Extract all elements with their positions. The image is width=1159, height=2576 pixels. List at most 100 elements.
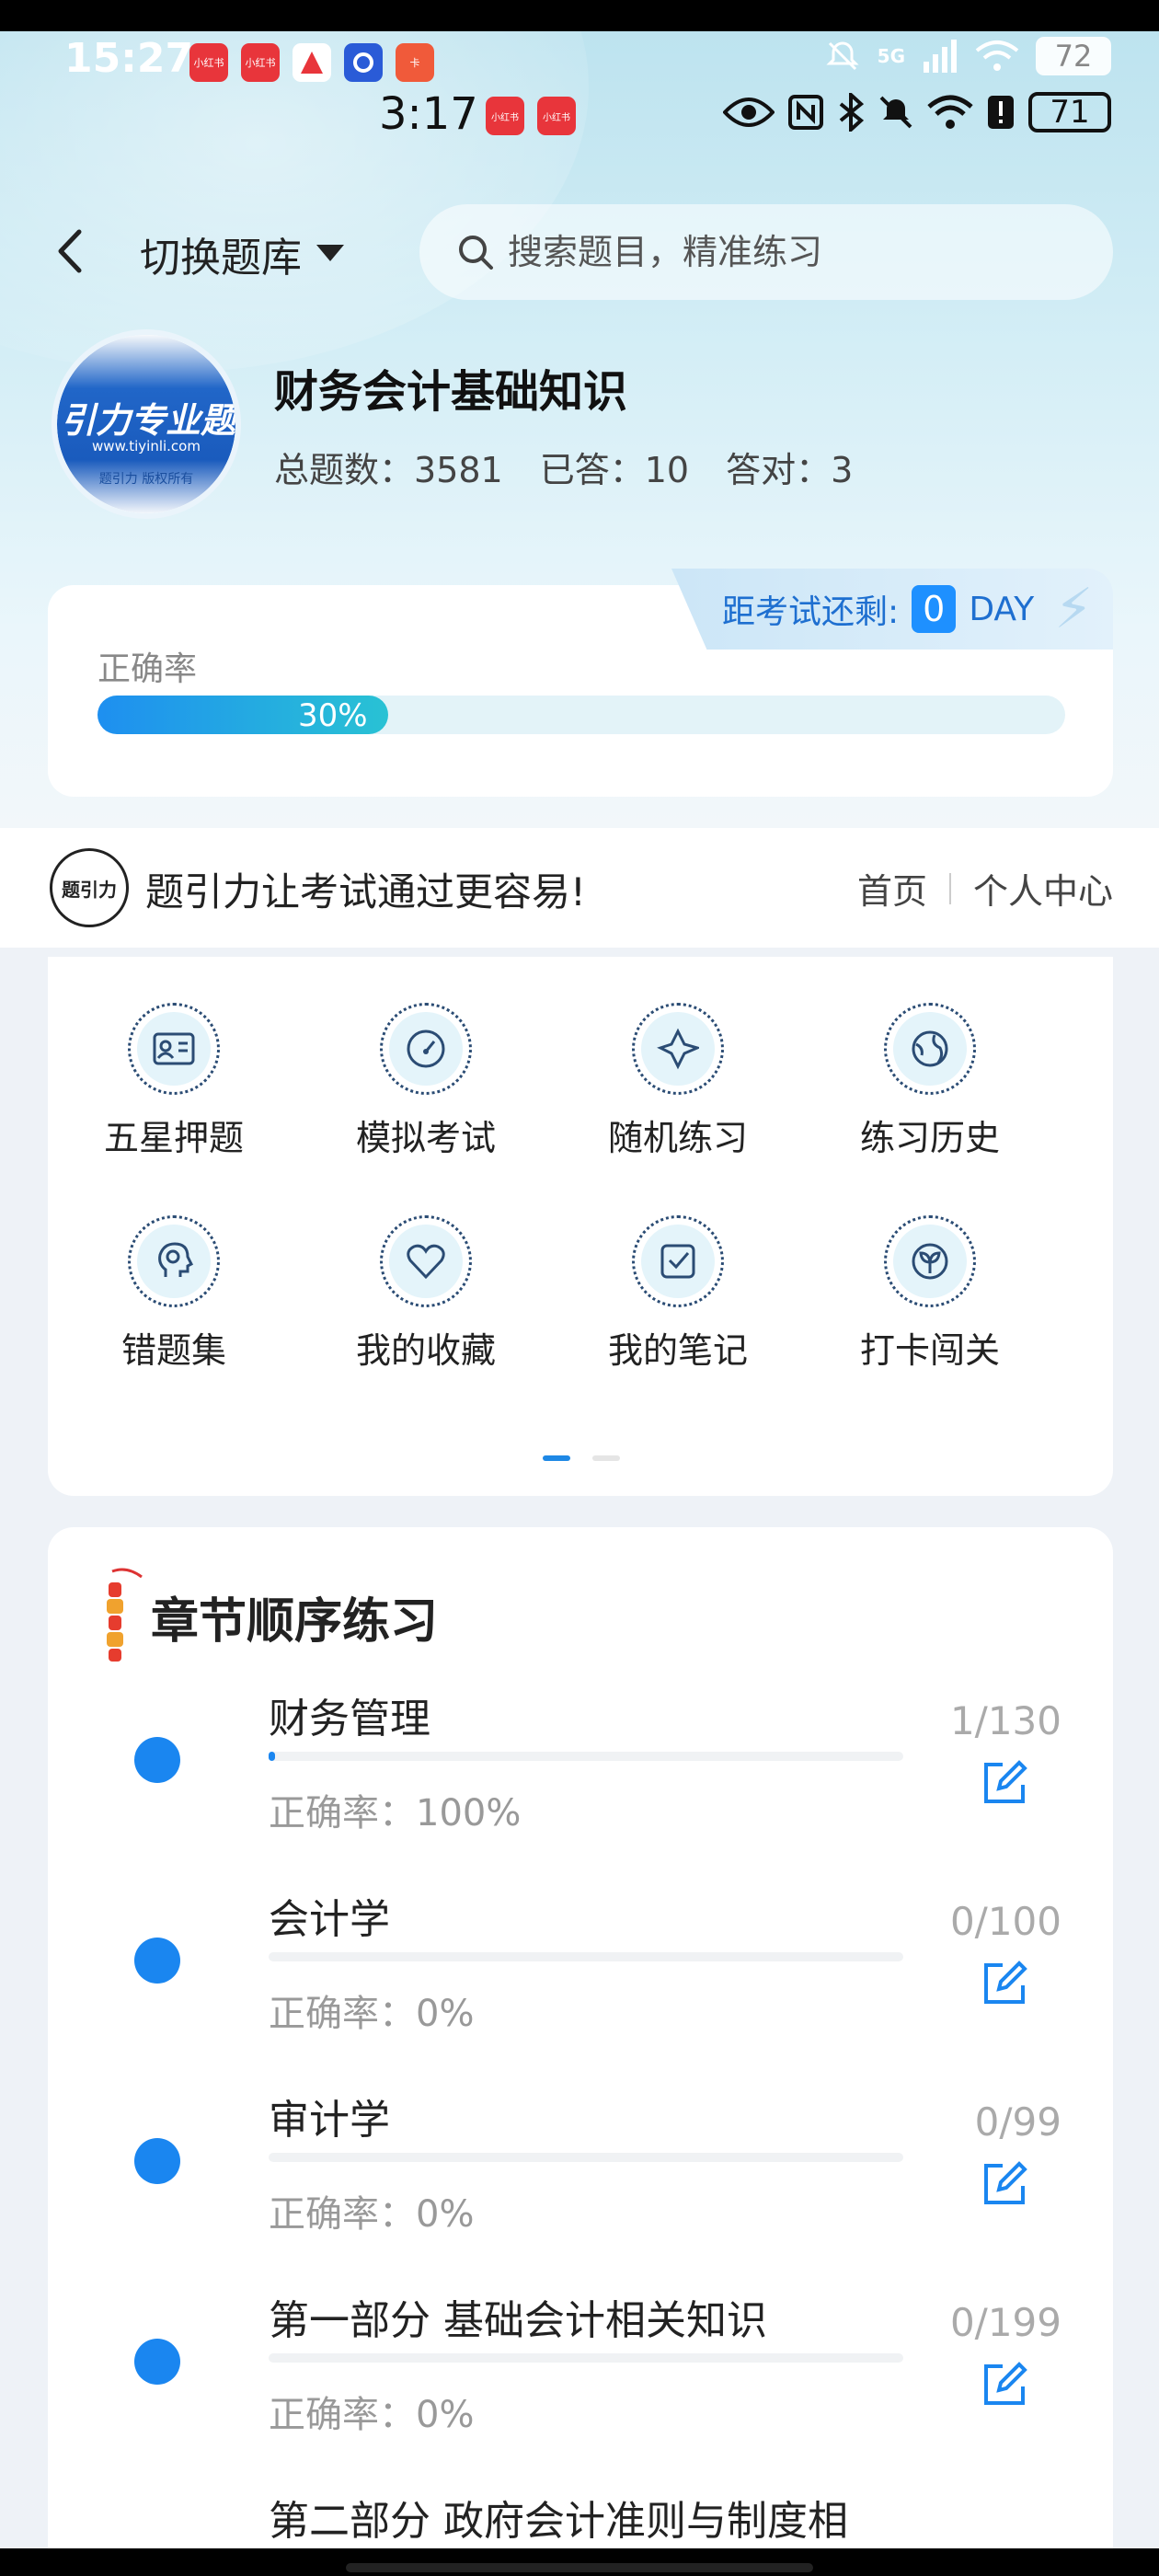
edit-icon[interactable]: [979, 1757, 1030, 1809]
chapter-name: 会计学: [269, 1896, 390, 1943]
outer-time: 15:27: [64, 35, 194, 82]
grid-item-practice-history[interactable]: 练习历史: [804, 1003, 1056, 1160]
alert-icon: [988, 96, 1014, 129]
outer-status-icons: 5G 72: [824, 37, 1111, 75]
edit-icon[interactable]: [979, 2359, 1030, 2410]
home-link[interactable]: 首页: [857, 863, 927, 914]
bank-logo: 引力专业题 www.tiyinli.com 题引力 版权所有: [52, 329, 241, 519]
chapter-item[interactable]: 财务管理 正确率：100% 1/130: [48, 1685, 1113, 1869]
app-icon: [344, 43, 383, 82]
divider: [948, 872, 951, 904]
grid-label: 我的收藏: [355, 1330, 496, 1371]
nfc-icon: [788, 95, 823, 130]
notification-icons: 小红书 小红书 卡: [189, 43, 434, 82]
countdown-label: 距考试还剩:: [722, 593, 900, 631]
id-card-icon: [153, 1032, 195, 1065]
page-dot: [592, 1455, 620, 1461]
chapter-item[interactable]: 会计学 正确率：0% 0/100: [48, 1886, 1113, 2070]
chapter-dot: [134, 2138, 180, 2184]
grid-item-favorites[interactable]: 我的收藏: [300, 1215, 552, 1373]
page-dot-active: [543, 1455, 570, 1461]
accuracy-label: 正确率: [98, 650, 198, 688]
switch-bank-dropdown[interactable]: 切换题库: [140, 224, 344, 283]
xiaohongshu-icon: 小红书: [189, 43, 228, 82]
inner-time: 3:17: [379, 88, 478, 140]
xiaohongshu-icon: 小红书: [241, 43, 280, 82]
chapter-accuracy: 正确率：0%: [269, 1993, 475, 2035]
inner-status-icons: 71: [723, 92, 1111, 132]
lightning-icon: ⚡: [1054, 577, 1094, 641]
switch-bank-label: 切换题库: [140, 235, 302, 282]
mute-icon: [826, 41, 859, 71]
total-count: 3581: [414, 450, 503, 490]
chapter-count: 0/199: [949, 2300, 1061, 2345]
grid-label: 模拟考试: [355, 1118, 496, 1158]
grid-item-mock-exam[interactable]: 模拟考试: [300, 1003, 552, 1160]
edit-icon[interactable]: [979, 1958, 1030, 2009]
heart-icon: [407, 1244, 445, 1280]
xiaohongshu-icon: 小红书: [537, 97, 576, 135]
accuracy-progress-bar: 30%: [98, 696, 1065, 734]
ad-links: 首页 个人中心: [857, 863, 1113, 914]
chapter-dot: [134, 1737, 180, 1783]
search-bar[interactable]: [419, 204, 1113, 300]
grid-label: 打卡闯关: [859, 1330, 1000, 1371]
accuracy-card: 距考试还剩: 0 DAY ⚡ 正确率 30%: [48, 569, 1113, 797]
app-icon: [293, 43, 331, 82]
chapter-item[interactable]: 审计学 正确率：0% 0/99: [48, 2087, 1113, 2271]
brand-logo: 题引力: [50, 848, 129, 927]
chapter-accuracy: 正确率：100%: [269, 1792, 522, 1834]
head-icon: [158, 1242, 194, 1277]
xiaohongshu-icon: 小红书: [486, 97, 524, 135]
grid-label: 我的笔记: [607, 1330, 748, 1371]
chapter-dot: [134, 2339, 180, 2385]
logo-text: 引力专业题: [60, 400, 235, 441]
grid-item-checkin[interactable]: 打卡闯关: [804, 1215, 1056, 1373]
grid-item-random-practice[interactable]: 随机练习: [552, 1003, 804, 1160]
ad-banner: 题引力 题引力让考试通过更容易! 首页 个人中心: [0, 828, 1159, 948]
chapter-name: 第二部分 政府会计准则与制度相: [269, 2498, 848, 2545]
caret-down-icon: [316, 245, 344, 261]
chapter-name: 第一部分 基础会计相关知识: [269, 2297, 767, 2344]
mute-icon: [879, 96, 912, 129]
correct-label: 答对：: [726, 450, 832, 490]
back-arrow-icon[interactable]: [48, 224, 92, 278]
bank-stats: 总题数：3581 已答：10 答对：3: [274, 442, 853, 492]
accuracy-progress-fill: 30%: [98, 696, 388, 734]
chapter-progress-bar: [269, 1952, 903, 1961]
grid-item-notes[interactable]: 我的笔记: [552, 1215, 804, 1373]
chapter-practice-card: 章节顺序练习 财务管理 正确率：100% 1/130 会计学 正确率：0% 0/…: [48, 1527, 1113, 2576]
search-input[interactable]: [508, 232, 1060, 272]
answered-count: 10: [644, 450, 690, 490]
chapter-name: 审计学: [269, 2097, 390, 2144]
ad-slogan: 题引力让考试通过更容易!: [145, 869, 586, 914]
top-navigation: 切换题库: [0, 204, 1159, 300]
sprout-icon: [912, 1243, 948, 1280]
grid-item-five-star[interactable]: 五星押题: [48, 1003, 300, 1160]
correct-count: 3: [831, 450, 854, 490]
globe-icon: [912, 1030, 948, 1067]
countdown-unit: DAY: [969, 590, 1035, 628]
home-indicator[interactable]: [346, 2563, 813, 2572]
random-icon: [657, 1028, 699, 1070]
grid-item-wrong-questions[interactable]: 错题集: [48, 1215, 300, 1373]
network-type: 5G: [877, 45, 905, 67]
wifi-icon: [975, 40, 1019, 71]
note-check-icon: [660, 1244, 695, 1279]
feature-grid: 五星押题 模拟考试 随机练习 练习历史 错题集 我的收藏 我的笔记 打卡闯关: [48, 1003, 1113, 1373]
chapter-item[interactable]: 第一部分 基础会计相关知识 正确率：0% 0/199: [48, 2287, 1113, 2471]
chapter-count: 0/100: [949, 1899, 1061, 1944]
chapter-progress-bar: [269, 1752, 903, 1761]
grid-label: 五星押题: [103, 1118, 244, 1158]
chapter-dot: [134, 1938, 180, 1984]
wifi-icon: [927, 95, 973, 129]
countdown-value: 0: [912, 585, 957, 633]
profile-link[interactable]: 个人中心: [973, 863, 1113, 914]
edit-icon[interactable]: [979, 2158, 1030, 2210]
bluetooth-icon: [839, 93, 865, 132]
chapter-accuracy: 正确率：0%: [269, 2193, 475, 2236]
grid-label: 错题集: [120, 1330, 226, 1371]
chapter-count: 1/130: [949, 1698, 1061, 1743]
battery-indicator: 72: [1036, 37, 1111, 75]
chapter-progress-bar: [269, 2353, 903, 2363]
